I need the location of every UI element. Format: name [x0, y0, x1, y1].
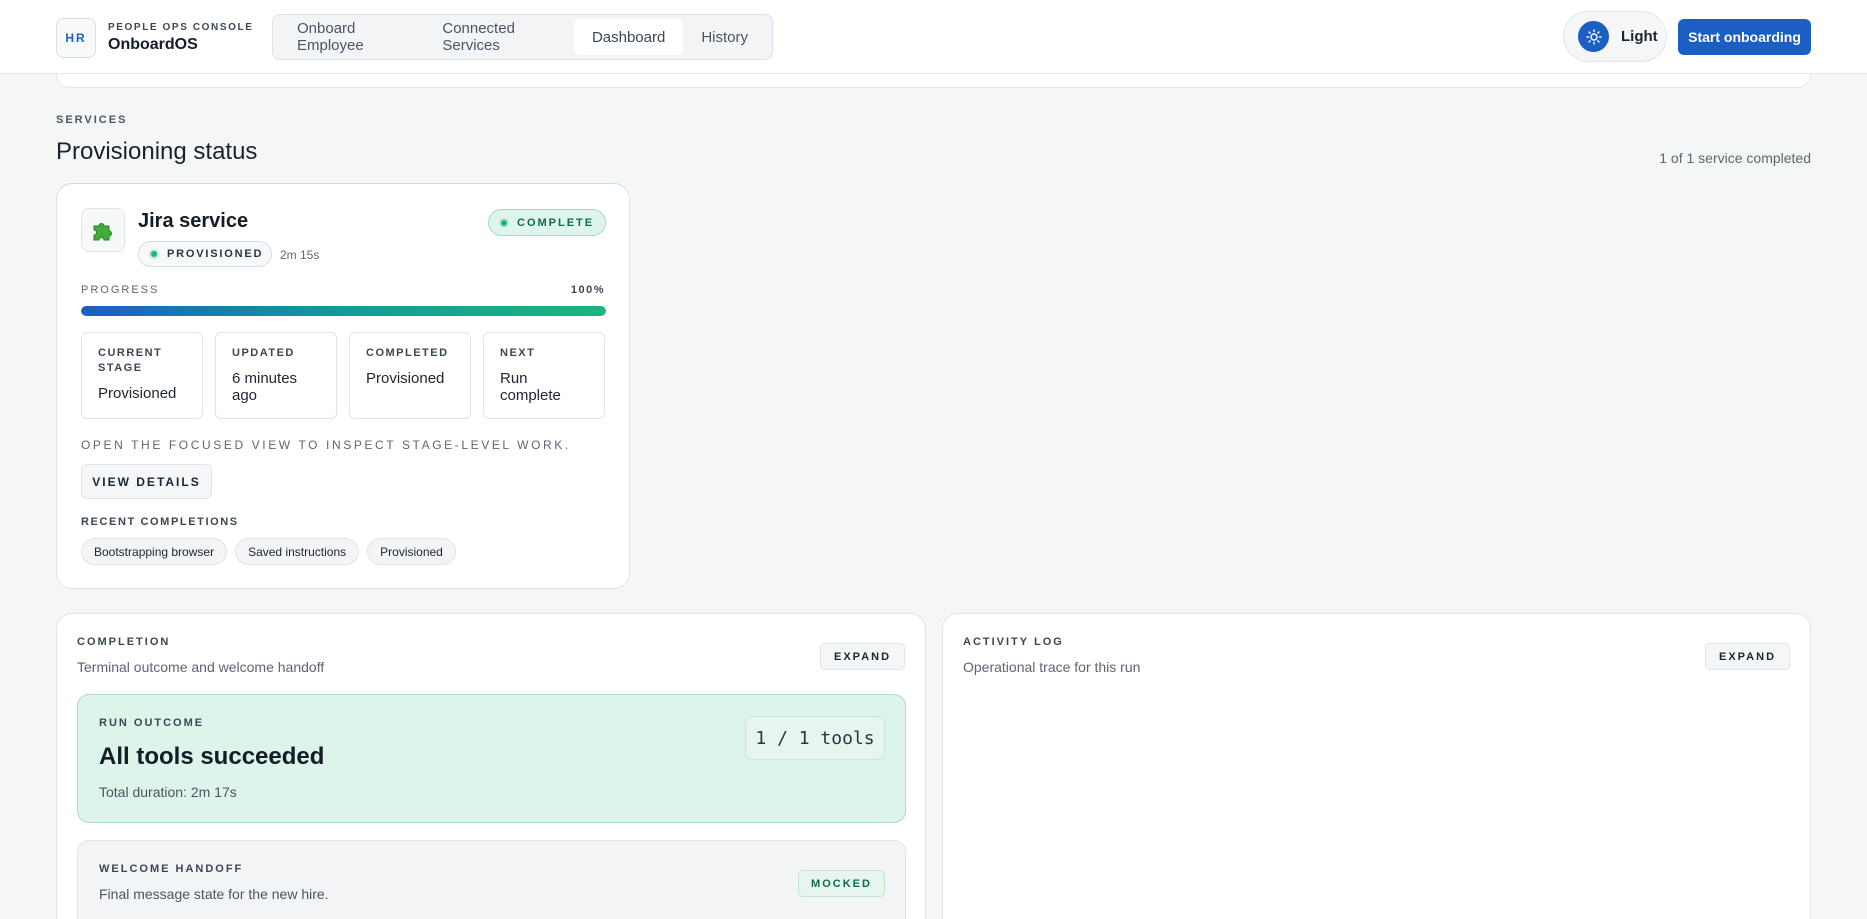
completion-subtitle: Terminal outcome and welcome handoff	[77, 659, 325, 675]
stat-label: UPDATED	[232, 347, 295, 359]
activity-subtitle: Operational trace for this run	[963, 659, 1141, 675]
section-title: Provisioning status	[56, 138, 258, 165]
puzzle-icon	[81, 208, 125, 252]
expand-completion-button[interactable]: EXPAND	[820, 643, 905, 670]
stat-value: 6 minutes ago	[232, 370, 298, 404]
expand-activity-button[interactable]: EXPAND	[1705, 643, 1790, 670]
completion-chip: Bootstrapping browser	[81, 538, 228, 565]
tab-dashboard[interactable]: Dashboard	[573, 19, 684, 55]
status-badge-label: PROVISIONED	[167, 248, 264, 260]
tab-connected-services[interactable]: Connected Services	[424, 19, 574, 55]
main-nav: Onboard Employee Connected Services Dash…	[272, 14, 773, 60]
run-outcome-eyebrow: RUN OUTCOME	[99, 717, 205, 729]
view-details-button[interactable]: VIEW DETAILS	[81, 464, 212, 499]
focused-view-hint: OPEN THE FOCUSED VIEW TO INSPECT STAGE-L…	[81, 438, 571, 452]
stat-completed: COMPLETED Provisioned	[349, 332, 471, 419]
recent-completions: Bootstrapping browser Saved instructions…	[81, 538, 464, 565]
tab-history[interactable]: History	[683, 19, 766, 55]
stat-current-stage: CURRENT STAGE Provisioned	[81, 332, 203, 419]
complete-badge: COMPLETE	[488, 209, 606, 236]
service-duration: 2m 15s	[280, 248, 320, 262]
stat-label: NEXT	[500, 347, 536, 359]
welcome-handoff-eyebrow: WELCOME HANDOFF	[99, 863, 244, 875]
total-duration: Total duration: 2m 17s	[99, 784, 237, 800]
stat-value: Provisioned	[98, 385, 177, 402]
progress-label: PROGRESS	[81, 284, 160, 296]
progress-bar-fill	[81, 306, 606, 316]
theme-label: Light	[1621, 28, 1658, 45]
welcome-handoff-subtitle: Final message state for the new hire.	[99, 886, 329, 902]
top-bar: HR PEOPLE OPS CONSOLE OnboardOS Onboard …	[0, 0, 1867, 74]
completion-panel: COMPLETION Terminal outcome and welcome …	[56, 613, 926, 919]
complete-badge-label: COMPLETE	[517, 216, 595, 229]
service-card: Jira service PROVISIONED 2m 15s COMPLETE…	[56, 183, 630, 589]
stat-label: COMPLETED	[366, 347, 449, 359]
app-name: OnboardOS	[108, 36, 198, 53]
tab-onboard-employee[interactable]: Onboard Employee	[279, 19, 424, 55]
stage-stats: CURRENT STAGE Provisioned UPDATED 6 minu…	[81, 332, 605, 419]
status-dot	[149, 249, 159, 259]
stat-value: Run complete	[500, 370, 561, 404]
activity-eyebrow: ACTIVITY LOG	[963, 636, 1064, 648]
complete-dot	[499, 217, 509, 228]
status-badge: PROVISIONED	[138, 241, 272, 267]
mocked-badge: MOCKED	[798, 870, 885, 897]
sun-icon	[1578, 21, 1609, 52]
recent-completions-label: RECENT COMPLETIONS	[81, 516, 239, 528]
progress-bar	[81, 306, 606, 316]
services-eyebrow: SERVICES	[56, 114, 128, 126]
run-outcome-card: RUN OUTCOME All tools succeeded Total du…	[77, 694, 906, 823]
progress-percent: 100%	[570, 284, 605, 296]
activity-log-panel: ACTIVITY LOG Operational trace for this …	[942, 613, 1811, 919]
completion-chip: Saved instructions	[235, 538, 360, 565]
brand-logo: HR	[56, 18, 96, 58]
welcome-handoff-card: WELCOME HANDOFF Final message state for …	[77, 840, 906, 919]
services-count: 1 of 1 service completed	[1659, 150, 1811, 166]
theme-toggle[interactable]: Light	[1563, 11, 1667, 62]
stat-updated: UPDATED 6 minutes ago	[215, 332, 337, 419]
start-onboarding-button[interactable]: Start onboarding	[1678, 19, 1811, 55]
completion-eyebrow: COMPLETION	[77, 636, 171, 648]
brand-eyebrow: PEOPLE OPS CONSOLE	[108, 22, 254, 33]
run-outcome-title: All tools succeeded	[99, 743, 325, 770]
brand[interactable]: HR PEOPLE OPS CONSOLE OnboardOS	[56, 18, 254, 58]
tools-count-badge: 1 / 1 tools	[745, 716, 885, 760]
stat-label: CURRENT STAGE	[98, 347, 163, 374]
stat-value: Provisioned	[366, 370, 445, 387]
completion-chip: Provisioned	[367, 538, 456, 565]
stat-next: NEXT Run complete	[483, 332, 605, 419]
service-name: Jira service	[138, 210, 249, 232]
